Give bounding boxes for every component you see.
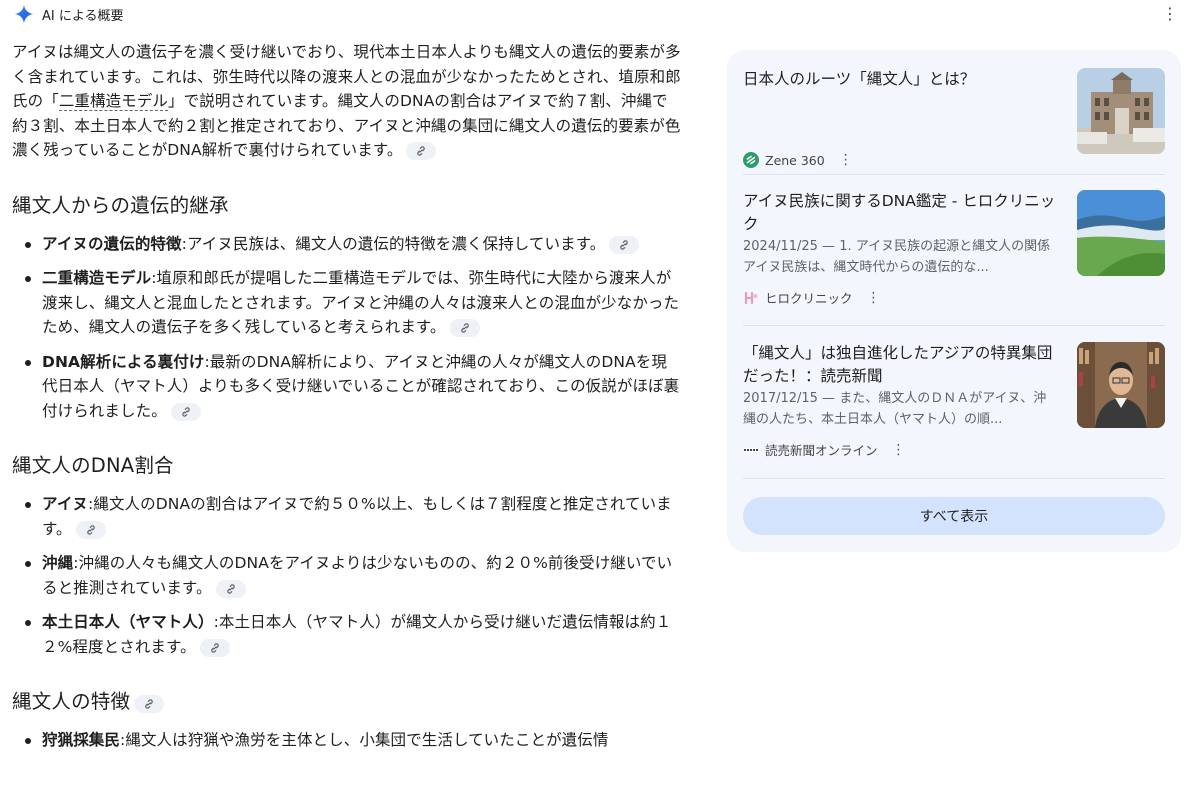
more-vert-icon[interactable]: ⋮ [892, 442, 906, 458]
sources-panel: 日本人のルーツ「縄文人」とは？ Zene 360 ⋮ アイヌ民族に関するDNA鑑… [727, 50, 1181, 552]
bullet-list: アイヌの遺伝的特徴:アイヌ民族は、縄文人の遺伝的特徴を濃く保持しています。 二重… [12, 232, 682, 424]
list-item: 狩猟採集民:縄文人は狩猟や漁労を主体とし、小集団で生活していたことが遺伝情 [12, 728, 682, 753]
ai-overview-header: AI による概要 [14, 4, 123, 24]
link-icon [417, 146, 426, 156]
item-text: :沖縄の人々も縄文人のDNAをアイヌよりは少ないものの、約２０%前後受け継いでい… [42, 554, 673, 597]
source-thumbnail[interactable] [1077, 68, 1165, 154]
section-heading: 縄文人からの遺伝的継承 [12, 193, 229, 217]
citation-link-chip[interactable] [215, 579, 246, 598]
list-item: アイヌの遺伝的特徴:アイヌ民族は、縄文人の遺伝的特徴を濃く保持しています。 [12, 232, 682, 257]
item-text: :縄文人のDNAの割合はアイヌで約５０%以上、もしくは７割程度と推定されています… [42, 495, 672, 538]
link-icon [460, 323, 469, 333]
divider [743, 174, 1165, 175]
item-term: アイヌの遺伝的特徴 [42, 234, 182, 253]
source-site: ヒロクリニック ⋮ [743, 288, 881, 307]
citation-link-chip[interactable] [199, 638, 230, 657]
link-icon [182, 406, 190, 417]
source-card[interactable]: アイヌ民族に関するDNA鑑定 - ヒロクリニック 2024/11/25 — 1.… [743, 190, 1165, 310]
item-term: 二重構造モデル [42, 269, 152, 287]
source-site: 読売新聞オンライン ⋮ [743, 440, 906, 459]
citation-link-chip[interactable] [609, 235, 640, 254]
ai-overview-title: AI による概要 [42, 8, 124, 24]
source-title[interactable]: 「縄文人」は独自進化したアジアの特異集団だった！：読売新聞 [743, 342, 1058, 388]
landscape-photo [1077, 190, 1165, 276]
section-heading: 縄文人のDNA割合 [12, 454, 174, 477]
source-thumbnail[interactable] [1077, 342, 1165, 428]
yomiuri-icon [744, 447, 758, 452]
source-snippet: 2024/11/25 — 1. アイヌ民族の起源と縄文人の関係 アイヌ民族は、縄… [743, 239, 1051, 275]
source-card[interactable]: 日本人のルーツ「縄文人」とは？ Zene 360 ⋮ [743, 68, 1165, 168]
source-site: Zene 360 ⋮ [743, 152, 853, 168]
divider [743, 478, 1165, 479]
item-term: 狩猟採集民 [42, 731, 121, 749]
divider [743, 325, 1165, 326]
gemini-sparkle-icon [14, 4, 34, 24]
bullet-list: アイヌ:縄文人のDNAの割合はアイヌで約５０%以上、もしくは７割程度と推定されて… [12, 492, 682, 659]
item-term: 本土日本人（ヤマト人） [42, 613, 214, 631]
source-site-name: ヒロクリニック [765, 291, 853, 306]
source-thumbnail[interactable] [1077, 190, 1165, 276]
item-term: アイヌ [42, 495, 89, 513]
list-item: アイヌ:縄文人のDNAの割合はアイヌで約５０%以上、もしくは７割程度と推定されて… [12, 492, 682, 541]
source-site-name: Zene 360 [765, 152, 825, 168]
citation-link-chip[interactable] [134, 695, 165, 713]
link-icon [210, 642, 219, 653]
citation-link-chip[interactable] [170, 402, 201, 421]
source-title[interactable]: アイヌ民族に関するDNA鑑定 - ヒロクリニック [743, 190, 1058, 236]
citation-link-chip[interactable] [449, 319, 480, 337]
list-item: 沖縄:沖縄の人々も縄文人のDNAをアイヌよりは少ないものの、約２０%前後受け継い… [12, 551, 682, 600]
section-heading-text: 縄文人の特徴 [12, 690, 131, 713]
source-card[interactable]: 「縄文人」は独自進化したアジアの特異集団だった！：読売新聞 2017/12/15… [743, 342, 1165, 462]
source-title[interactable]: 日本人のルーツ「縄文人」とは？ [743, 68, 1058, 91]
portrait-photo [1077, 342, 1165, 428]
link-icon [86, 524, 95, 535]
list-item: DNA解析による裏付け:最新のDNA解析により、アイヌと沖縄の人々が縄文人のDN… [12, 350, 682, 424]
zene-icon [743, 152, 759, 168]
bullet-list: 狩猟採集民:縄文人は狩猟や漁労を主体とし、小集団で生活していたことが遺伝情 [12, 728, 682, 753]
ai-overview-body: アイヌは縄文人の遺伝子を濃く受け継いでおり、現代本土日本人よりも縄文人の遺伝的要… [12, 40, 682, 763]
show-all-button[interactable]: すべて表示 [743, 497, 1165, 535]
item-term: 沖縄 [42, 554, 74, 572]
link-icon [145, 699, 153, 709]
building-photo [1077, 68, 1165, 154]
dual-structure-link[interactable]: 二重構造モデル [58, 92, 169, 111]
citation-link-chip[interactable] [75, 520, 106, 539]
more-vert-icon[interactable]: ⋮ [1162, 6, 1178, 22]
item-text: :アイヌ民族は、縄文人の遺伝的特徴を濃く保持しています。 [181, 234, 606, 253]
item-term: DNA解析による裏付け [42, 352, 205, 371]
link-icon [226, 583, 235, 594]
source-site-name: 読売新聞オンライン [765, 443, 878, 458]
list-item: 本土日本人（ヤマト人）:本土日本人（ヤマト人）が縄文人から受け継いだ遺伝情報は約… [12, 610, 682, 659]
more-vert-icon[interactable]: ⋮ [867, 290, 881, 306]
hiro-clinic-icon [744, 291, 758, 304]
intro-paragraph: アイヌは縄文人の遺伝子を濃く受け継いでおり、現代本土日本人よりも縄文人の遺伝的要… [12, 40, 682, 163]
source-snippet: 2017/12/15 — また、縄文人のＤＮＡがアイヌ、沖縄の人たち、本土日本人… [743, 391, 1047, 427]
list-item: 二重構造モデル:埴原和郎氏が提唱した二重構造モデルでは、弥生時代に大陸から渡来人… [12, 266, 682, 340]
more-vert-icon[interactable]: ⋮ [839, 152, 853, 168]
item-text: :縄文人は狩猟や漁労を主体とし、小集団で生活していたことが遺伝情 [120, 731, 609, 749]
citation-link-chip[interactable] [406, 142, 437, 160]
link-icon [620, 239, 629, 250]
section-heading-with-link: 縄文人の特徴 [12, 685, 682, 714]
